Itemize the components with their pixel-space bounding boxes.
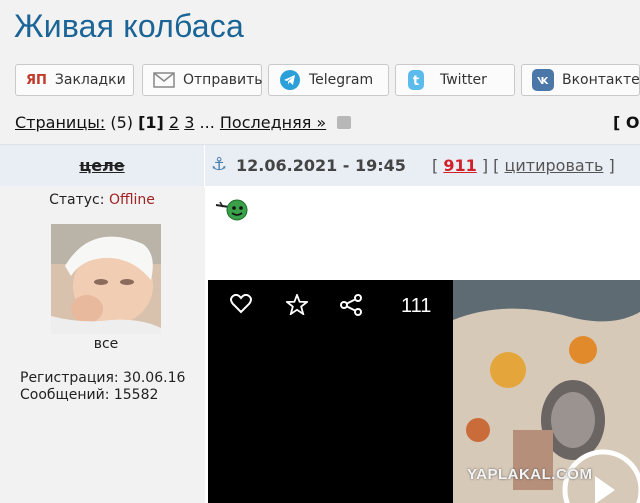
author-cell: целе xyxy=(0,145,205,187)
svg-text:t: t xyxy=(413,74,419,89)
twitter-button[interactable]: t Twitter xyxy=(395,64,515,96)
share-toolbar: ЯП Закладки Отправить Telegram t Twitter… xyxy=(0,58,640,106)
post-rating: [ 911 ] [ цитировать ] xyxy=(432,156,615,175)
status-label: Статус: xyxy=(49,192,105,208)
user-stats: Регистрация: 30.06.16 Сообщений: 15582 xyxy=(20,370,185,404)
smiley-icon xyxy=(215,196,249,226)
page-link-2[interactable]: 2 xyxy=(169,113,179,132)
rating-open-bracket: [ xyxy=(432,156,439,175)
author-name[interactable]: целе xyxy=(0,156,204,175)
telegram-button[interactable]: Telegram xyxy=(268,64,389,96)
quote-link[interactable]: цитировать xyxy=(505,156,604,175)
share-icon[interactable] xyxy=(339,294,363,320)
post-header: целе ⚓ 12.06.2021 - 19:45 [ 911 ] [ цити… xyxy=(0,144,640,187)
message-count: Сообщений: 15582 xyxy=(20,387,159,403)
vk-icon xyxy=(532,69,554,91)
rating-number[interactable]: 911 xyxy=(443,156,476,175)
page-title: Живая колбаса xyxy=(14,8,244,44)
vkontakte-label: Вконтакте xyxy=(562,72,640,88)
watermark: YAPLAKAL.COM xyxy=(467,466,593,483)
page-count: (5) xyxy=(110,113,133,132)
bookmarks-label: Закладки xyxy=(54,72,126,88)
registration-date: Регистрация: 30.06.16 xyxy=(20,370,186,386)
avatar[interactable] xyxy=(51,224,161,334)
avatar-caption: все xyxy=(93,336,119,352)
post-date: 12.06.2021 - 19:45 xyxy=(236,156,406,175)
telegram-label: Telegram xyxy=(309,72,374,88)
view-count: 111 xyxy=(401,295,432,317)
star-icon[interactable] xyxy=(284,292,310,319)
pager-right-fragment: [ О xyxy=(613,113,640,132)
current-page: [1] xyxy=(138,113,164,132)
anchor-icon[interactable]: ⚓ xyxy=(211,154,227,175)
telegram-icon xyxy=(279,69,301,91)
page-link-3[interactable]: 3 xyxy=(184,113,194,132)
title-bar: Живая колбаса xyxy=(0,0,640,58)
heart-icon[interactable] xyxy=(230,293,252,318)
send-button[interactable]: Отправить xyxy=(142,64,263,96)
quote-close-bracket: ] xyxy=(608,156,615,175)
twitter-icon: t xyxy=(406,69,426,91)
rating-close-bracket: ] [ xyxy=(481,156,500,175)
yap-bookmarks-icon: ЯП xyxy=(26,72,47,88)
twitter-label: Twitter xyxy=(440,72,487,88)
last-page-link[interactable]: Последняя » xyxy=(220,113,326,132)
pages-label-link[interactable]: Страницы: xyxy=(15,113,105,132)
send-label: Отправить xyxy=(183,72,263,88)
user-status: Статус: Offline xyxy=(0,192,204,208)
post-content: 111 xyxy=(205,186,640,503)
user-info-column: Статус: Offline все Регистрация: 30.06.1… xyxy=(0,186,204,503)
pagination: Страницы: (5) [1] 2 3 ... Последняя » xyxy=(15,113,352,132)
subscribe-mail-icon[interactable] xyxy=(337,116,352,129)
vkontakte-button[interactable]: Вконтакте xyxy=(521,64,640,96)
bookmarks-button[interactable]: ЯП Закладки xyxy=(15,64,134,96)
envelope-icon xyxy=(153,72,175,88)
pager-ellipsis: ... xyxy=(199,113,215,132)
status-value: Offline xyxy=(108,192,155,208)
